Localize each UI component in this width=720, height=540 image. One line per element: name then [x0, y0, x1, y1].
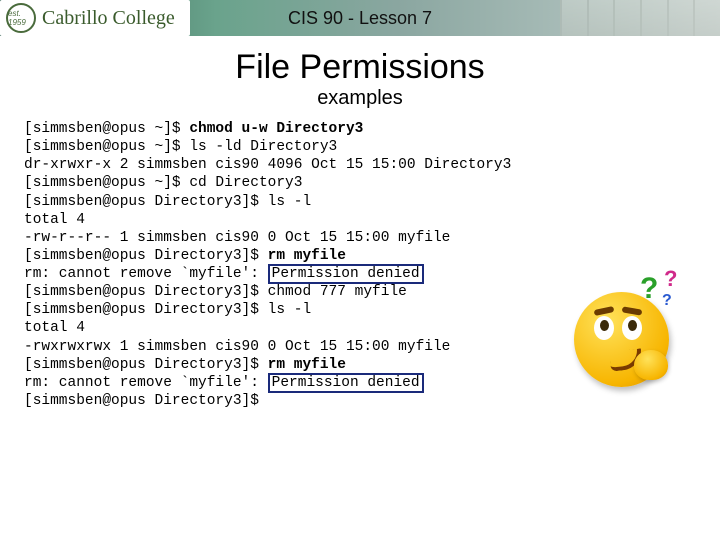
- page-subtitle: examples: [0, 87, 720, 110]
- thinking-emoji-icon: ? ? ?: [570, 270, 690, 400]
- page-title: File Permissions: [0, 48, 720, 87]
- header-columns-decoration: [560, 0, 720, 36]
- header-bar: est. 1959 Cabrillo College CIS 90 - Less…: [0, 0, 720, 36]
- permission-denied-box: Permission denied: [268, 373, 424, 393]
- permission-denied-box: Permission denied: [268, 264, 424, 284]
- logo-text: Cabrillo College: [42, 7, 175, 30]
- lesson-title: CIS 90 - Lesson 7: [288, 8, 432, 29]
- college-logo: est. 1959 Cabrillo College: [0, 0, 190, 36]
- logo-seal: est. 1959: [6, 3, 36, 33]
